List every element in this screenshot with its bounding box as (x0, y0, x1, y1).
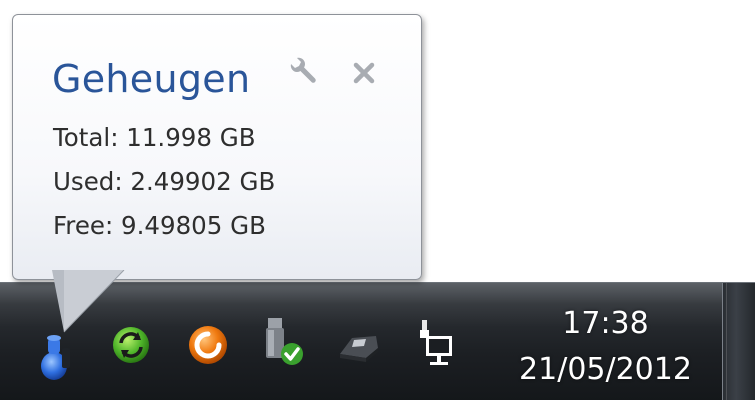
show-desktop-button[interactable] (722, 283, 755, 400)
tray-item-network[interactable] (410, 318, 456, 365)
taskbar-clock[interactable]: 17:38 21/05/2012 (498, 292, 713, 398)
drive-icon (340, 336, 378, 362)
close-icon (353, 62, 375, 84)
memory-free: Free: 9.49805 GB (53, 211, 266, 240)
tray-item-memory[interactable] (36, 330, 82, 380)
tray-item-drive[interactable] (336, 322, 382, 368)
tray-item-sync[interactable] (108, 322, 154, 368)
memory-total: Total: 11.998 GB (53, 123, 256, 152)
clock-date: 21/05/2012 (519, 352, 692, 387)
sync-icon (113, 327, 149, 363)
wrench-icon (290, 57, 316, 83)
show-desktop-highlight (726, 283, 727, 400)
memory-used: Used: 2.49902 GB (53, 167, 276, 196)
memory-gadget-icon (41, 335, 70, 380)
safely-remove-hardware-icon (266, 318, 303, 365)
network-icon (420, 320, 452, 365)
close-button[interactable] (347, 56, 381, 90)
memory-balloon-tooltip: Geheugen Total: 11.998 GB Used: 2.49902 … (12, 14, 422, 280)
balloon-title: Geheugen (52, 57, 251, 101)
options-button[interactable] (288, 55, 322, 89)
orange-app-icon (189, 326, 227, 364)
screen: Geheugen Total: 11.998 GB Used: 2.49902 … (0, 0, 755, 400)
tray-item-safely-remove[interactable] (258, 316, 304, 365)
tray-item-orange-app[interactable] (185, 322, 231, 368)
clock-time: 17:38 (562, 306, 649, 341)
